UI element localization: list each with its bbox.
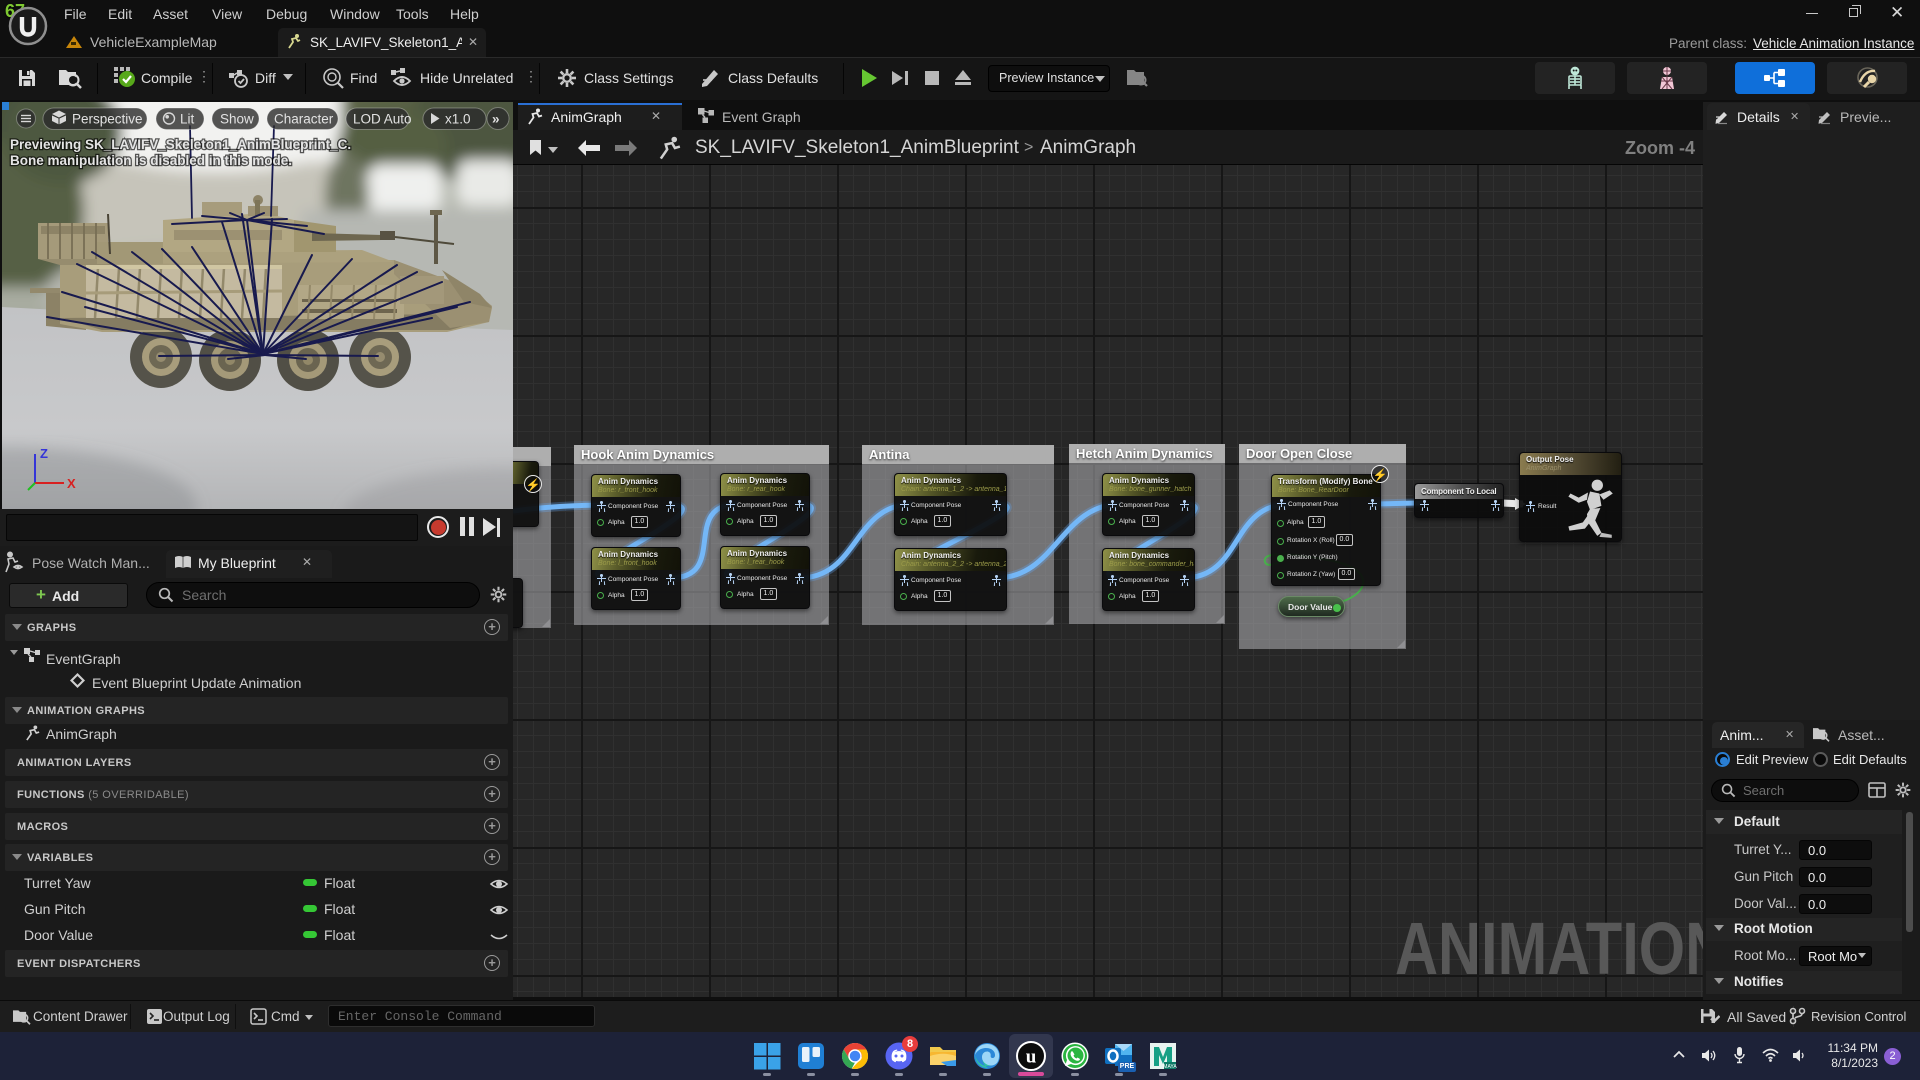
svg-text:X: X bbox=[67, 476, 76, 491]
svg-text:Lit: Lit bbox=[180, 112, 195, 127]
svg-text:LOD Auto: LOD Auto bbox=[353, 112, 412, 127]
svg-text:u: u bbox=[1026, 1047, 1037, 1068]
svg-text:x1.0: x1.0 bbox=[445, 112, 471, 127]
svg-text:Character: Character bbox=[274, 112, 334, 127]
svg-text:Bone manipulation is disabled: Bone manipulation is disabled in this mo… bbox=[10, 153, 292, 168]
svg-text:Previewing SK_LAVIFV_Skeleton1: Previewing SK_LAVIFV_Skeleton1_AnimBluep… bbox=[10, 137, 351, 152]
svg-text:Show: Show bbox=[220, 112, 254, 127]
svg-text:MAYA: MAYA bbox=[1163, 1064, 1177, 1070]
svg-text:»: » bbox=[492, 112, 500, 127]
svg-text:Perspective: Perspective bbox=[72, 112, 143, 127]
svg-text:Z: Z bbox=[40, 446, 48, 461]
